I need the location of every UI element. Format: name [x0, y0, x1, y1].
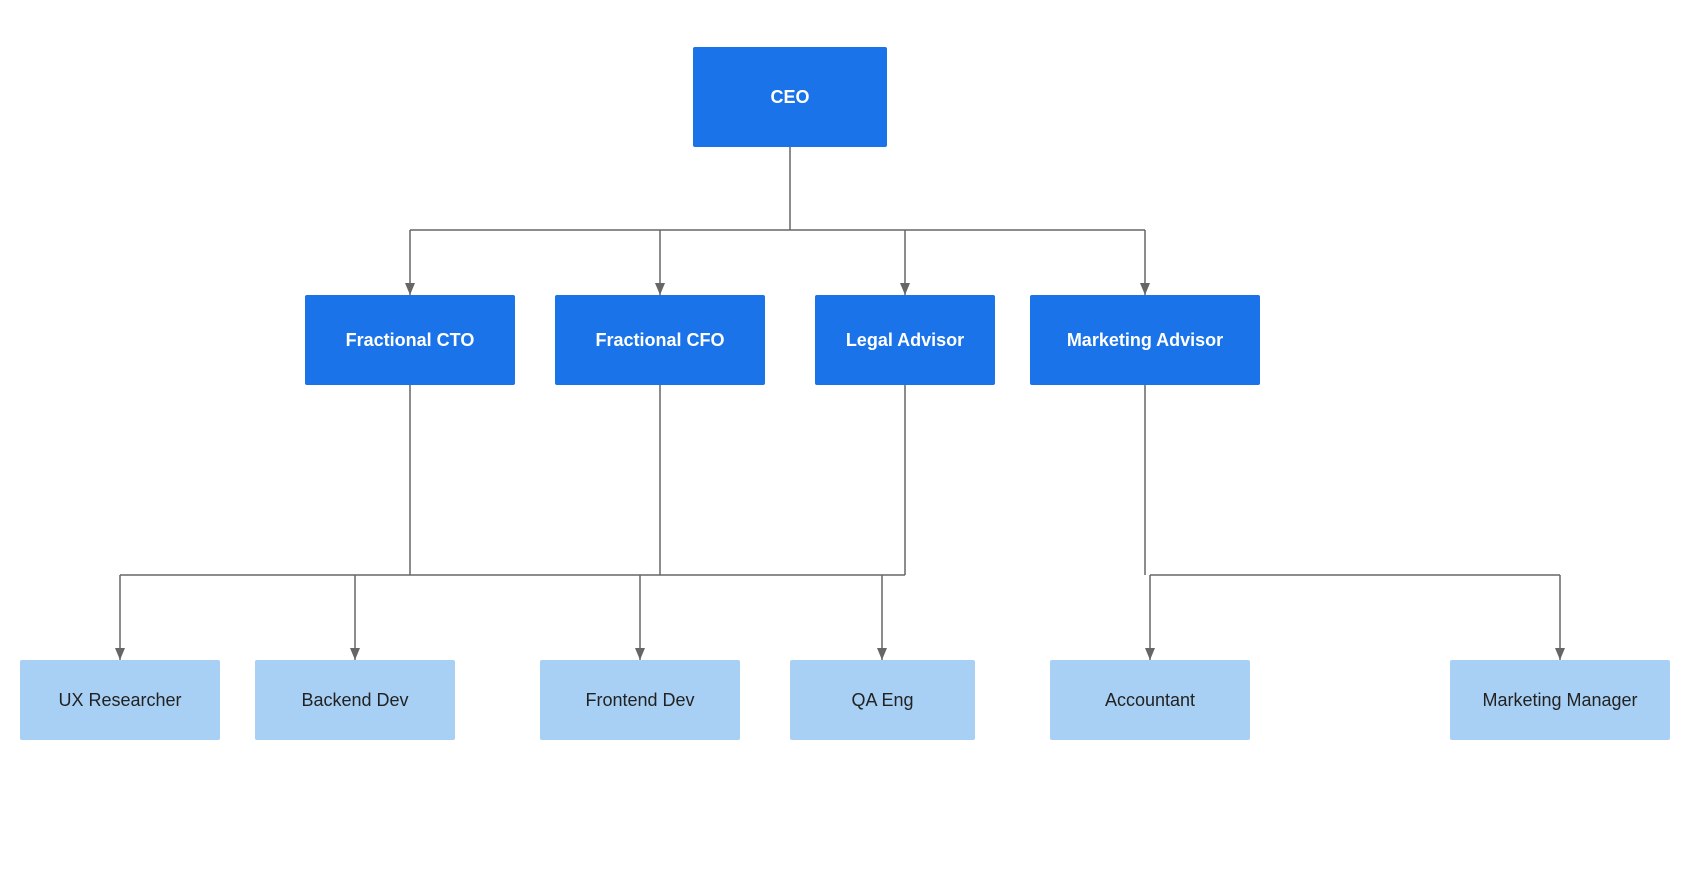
marketing-node: Marketing Advisor: [1030, 295, 1260, 385]
cfo-node: Fractional CFO: [555, 295, 765, 385]
ux-node: UX Researcher: [20, 660, 220, 740]
org-chart: CEO Fractional CTO Fractional CFO Legal …: [0, 0, 1699, 880]
accountant-node: Accountant: [1050, 660, 1250, 740]
frontend-node: Frontend Dev: [540, 660, 740, 740]
cto-node: Fractional CTO: [305, 295, 515, 385]
ceo-node: CEO: [693, 47, 887, 147]
qa-node: QA Eng: [790, 660, 975, 740]
backend-node: Backend Dev: [255, 660, 455, 740]
legal-node: Legal Advisor: [815, 295, 995, 385]
mktmgr-node: Marketing Manager: [1450, 660, 1670, 740]
